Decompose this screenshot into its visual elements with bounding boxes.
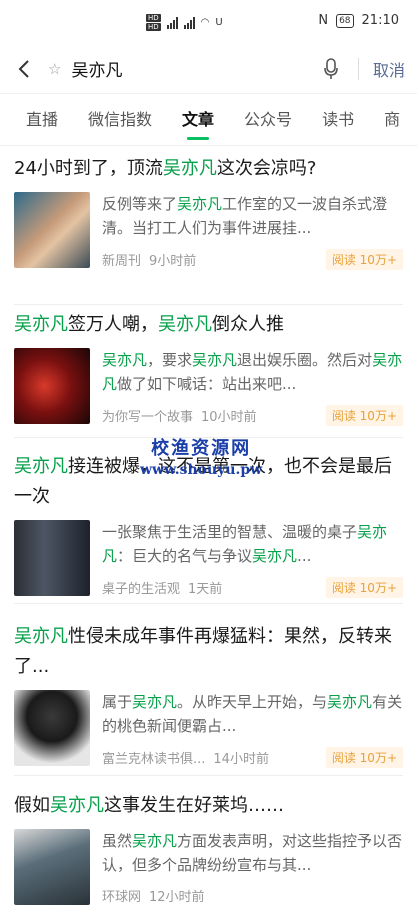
search-bar: ☆ 吴亦凡 取消 [0,44,417,94]
read-count-badge: 阅读 10万+ [325,577,403,598]
search-input[interactable]: 吴亦凡 [71,56,320,81]
signal-icon-2 [183,16,195,29]
article-item[interactable]: 吴亦凡签万人嘲，吴亦凡倒众人推 吴亦凡，要求吴亦凡退出娱乐圈。然后对吴亦凡做了如… [14,305,403,438]
article-thumbnail [14,192,90,268]
tab-official-accounts[interactable]: 公众号 [244,94,292,145]
article-time: 1天前 [188,582,223,597]
article-time: 10小时前 [201,410,257,425]
article-time: 12小时前 [149,890,205,905]
article-item[interactable]: 假如吴亦凡这事发生在好莱坞…… 虽然吴亦凡方面发表声明，对这些指控予以否认，但多… [14,776,403,905]
article-title: 假如吴亦凡这事发生在好莱坞…… [14,795,284,816]
wifi-icon: ◠ [200,17,210,28]
read-count-badge: 阅读 10万+ [325,249,403,270]
tab-articles[interactable]: 文章 [182,94,214,145]
divider [357,57,359,80]
tab-wechat-index[interactable]: 微信指数 [88,94,152,145]
article-snippet: 吴亦凡，要求吴亦凡退出娱乐圈。然后对吴亦凡做了如下喊话：站出来吧... [102,351,403,393]
article-title: 吴亦凡接连被爆，这不是第一次，也不会是最后一次 [14,456,392,507]
cancel-button[interactable]: 取消 [373,57,405,81]
microphone-icon[interactable] [320,56,342,82]
article-title: 吴亦凡性侵未成年事件再爆猛料：果然，反转来了... [14,626,392,677]
clock: 21:10 [361,13,399,28]
article-title: 24小时到了，顶流吴亦凡这次会凉吗? [14,158,317,179]
app-notification-icon: U [215,17,223,28]
back-arrow-icon[interactable] [12,57,36,81]
article-thumbnail [14,690,90,766]
article-item[interactable]: 吴亦凡接连被爆，这不是第一次，也不会是最后一次 一张聚焦于生活里的智慧、温暖的桌… [14,438,403,604]
article-time: 9小时前 [149,254,197,269]
article-source: 为你写一个故事 [102,410,194,425]
nfc-icon: N [318,13,329,28]
category-tabs: 直播 微信指数 文章 公众号 读书 商 [0,94,417,146]
article-source: 环球网 [102,890,142,905]
article-source: 富兰克林读书俱... [102,752,206,767]
star-icon[interactable]: ☆ [48,60,61,78]
article-thumbnail [14,829,90,905]
read-count-badge: 阅读 10万+ [325,747,403,768]
article-snippet: 一张聚焦于生活里的智慧、温暖的桌子吴亦凡：巨大的名气与争议吴亦凡... [102,523,388,565]
signal-icon [166,16,178,29]
article-thumbnail [14,520,90,596]
tab-live[interactable]: 直播 [26,94,58,145]
article-snippet: 反例等来了吴亦凡工作室的又一波自杀式澄清。当打工人们为事件进展挂... [102,195,388,237]
hd-icon: HD HD [146,14,161,31]
tab-books[interactable]: 读书 [322,94,354,145]
network-indicators: HD HD ◠ U [146,14,223,31]
article-time: 14小时前 [213,752,269,767]
article-thumbnail [14,348,90,424]
tab-shop[interactable]: 商 [384,94,400,145]
article-title: 吴亦凡签万人嘲，吴亦凡倒众人推 [14,314,284,335]
status-bar: HD HD ◠ U N 68 21:10 [0,0,417,44]
article-item[interactable]: 24小时到了，顶流吴亦凡这次会凉吗? 反例等来了吴亦凡工作室的又一波自杀式澄清。… [14,146,403,305]
read-count-badge: 阅读 10万+ [325,405,403,426]
article-source: 新周刊 [102,254,142,269]
article-snippet: 虽然吴亦凡方面发表声明，对这些指控予以否认，但多个品牌纷纷宣布与其... [102,832,403,874]
article-snippet: 属于吴亦凡。从昨天早上开始，与吴亦凡有关的桃色新闻便霸占... [102,693,403,735]
battery-icon: 68 [336,13,354,28]
article-list: 24小时到了，顶流吴亦凡这次会凉吗? 反例等来了吴亦凡工作室的又一波自杀式澄清。… [0,146,417,905]
article-item[interactable]: 吴亦凡性侵未成年事件再爆猛料：果然，反转来了... 属于吴亦凡。从昨天早上开始，… [14,604,403,776]
article-source: 桌子的生活观 [102,582,181,597]
